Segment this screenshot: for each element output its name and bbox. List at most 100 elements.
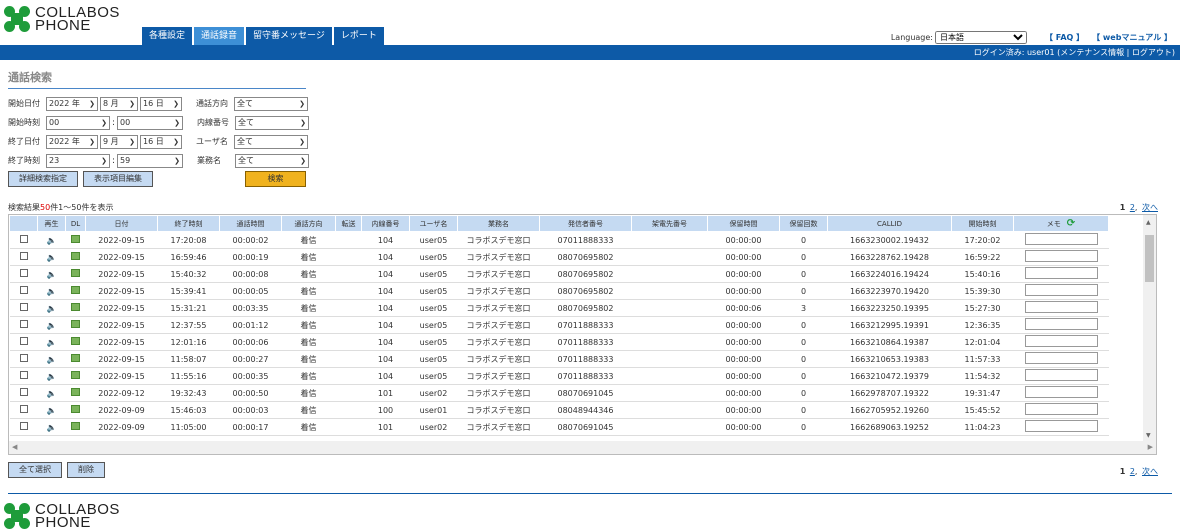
tab-0[interactable]: 各種設定 [142,27,193,45]
speaker-icon[interactable]: 🔈 [47,304,57,313]
speaker-icon[interactable]: 🔈 [47,372,57,381]
delete-button[interactable]: 削除 [67,462,105,478]
web-manual-link[interactable]: 【 webマニュアル 】 [1092,32,1172,43]
end-hour-select[interactable]: 23 ❯ [46,153,110,168]
edit-columns-button[interactable]: 表示項目編集 [83,171,153,187]
start-hour-select[interactable]: 00 ❯ [46,115,110,130]
end-day-select[interactable]: 16 日 ❯ [140,134,182,149]
row-checkbox[interactable] [19,337,28,345]
scroll-left-icon[interactable]: ◀ [12,443,17,451]
download-icon[interactable] [71,405,80,413]
row-checkbox[interactable] [19,252,28,260]
extension-select[interactable]: 全て ❯ [235,115,310,130]
refresh-icon[interactable]: ⟳ [1067,218,1075,229]
scroll-thumb[interactable] [1145,235,1154,282]
speaker-icon[interactable]: 🔈 [47,355,57,364]
select-all-button[interactable]: 全て選択 [8,462,62,478]
end-min-select[interactable]: 59 ❯ [117,153,184,168]
next-page-link[interactable]: 次へ [1142,203,1158,212]
column-header-17[interactable]: メモ ⟳ [1013,215,1109,232]
row-checkbox[interactable] [19,320,28,328]
speaker-icon[interactable]: 🔈 [47,389,57,398]
start-min-select[interactable]: 00 ❯ [117,115,184,130]
end-year-select[interactable]: 2022 年 ❯ [46,134,98,149]
speaker-icon[interactable]: 🔈 [47,270,57,279]
column-header-9[interactable]: ユーザ名 [409,215,458,232]
page-2-link[interactable]: 2 [1130,467,1135,476]
end-month-select[interactable]: 9 月 ❯ [100,134,138,149]
column-header-13[interactable]: 保留時間 [707,215,780,232]
download-icon[interactable] [71,269,80,277]
column-header-0[interactable] [9,215,38,232]
column-header-12[interactable]: 架電先番号 [631,215,708,232]
row-checkbox[interactable] [19,371,28,379]
row-checkbox[interactable] [19,405,28,413]
memo-input[interactable] [1024,403,1098,415]
column-header-8[interactable]: 内線番号 [361,215,410,232]
row-checkbox[interactable] [19,286,28,294]
memo-input[interactable] [1024,420,1098,432]
memo-input[interactable] [1024,369,1098,381]
column-header-3[interactable]: 日付 [85,215,158,232]
detail-search-button[interactable]: 詳細検索指定 [8,171,78,187]
row-checkbox[interactable] [19,269,28,277]
memo-input[interactable] [1024,301,1098,313]
search-button[interactable]: 検索 [245,171,306,187]
speaker-icon[interactable]: 🔈 [47,287,57,296]
business-select[interactable]: 全て ❯ [235,153,310,168]
start-month-select[interactable]: 8 月 ❯ [100,96,138,111]
download-icon[interactable] [71,337,80,345]
scroll-down-icon[interactable]: ▼ [1146,432,1151,439]
download-icon[interactable] [71,320,80,328]
memo-input[interactable] [1024,318,1098,330]
user-select[interactable]: 全て ❯ [234,134,308,149]
start-day-select[interactable]: 16 日 ❯ [140,96,182,111]
speaker-icon[interactable]: 🔈 [47,423,57,432]
scroll-right-icon[interactable]: ▶ [1148,443,1153,451]
download-icon[interactable] [71,252,80,260]
row-checkbox[interactable] [19,388,28,396]
column-header-4[interactable]: 終了時刻 [157,215,220,232]
language-select[interactable]: 日本語 [935,31,1028,44]
tab-2[interactable]: 留守番メッセージ [246,27,332,45]
memo-input[interactable] [1024,267,1098,279]
column-header-11[interactable]: 発信者番号 [539,215,632,232]
speaker-icon[interactable]: 🔈 [47,338,57,347]
speaker-icon[interactable]: 🔈 [47,406,57,415]
memo-input[interactable] [1024,250,1098,262]
download-icon[interactable] [71,286,80,294]
memo-input[interactable] [1024,335,1098,347]
speaker-icon[interactable]: 🔈 [47,321,57,330]
speaker-icon[interactable]: 🔈 [47,253,57,262]
row-checkbox[interactable] [19,422,28,430]
direction-select[interactable]: 全て ❯ [234,96,308,111]
column-header-5[interactable]: 通話時間 [219,215,282,232]
download-icon[interactable] [71,354,80,362]
row-checkbox[interactable] [19,354,28,362]
download-icon[interactable] [71,303,80,311]
row-checkbox[interactable] [19,235,28,243]
row-checkbox[interactable] [19,303,28,311]
download-icon[interactable] [71,422,80,430]
download-icon[interactable] [71,235,80,243]
column-header-2[interactable]: DL [65,215,86,232]
results-grid[interactable]: 再生 DL 日付 終了時刻 通話時間 通話方向 転送 内線番号 ユーザ名 業務名 発信者番号 架電先番… [8,214,1157,455]
column-header-15[interactable]: CALLID [827,215,952,232]
tab-1[interactable]: 通話録音 [194,27,245,45]
memo-input[interactable] [1024,352,1098,364]
column-header-16[interactable]: 開始時刻 [951,215,1014,232]
scroll-up-icon[interactable]: ▲ [1146,219,1151,226]
column-header-7[interactable]: 転送 [335,215,362,232]
start-year-select[interactable]: 2022 年 ❯ [46,96,98,111]
tab-3[interactable]: レポート [333,27,384,45]
memo-input[interactable] [1024,284,1098,296]
vertical-scrollbar[interactable]: ▲ ▼ [1143,215,1156,443]
next-page-link[interactable]: 次へ [1142,467,1158,476]
download-icon[interactable] [71,371,80,379]
collabos-logo[interactable]: COLLABOS PHONE [4,5,120,33]
faq-link[interactable]: 【 FAQ 】 [1045,32,1084,43]
horizontal-scrollbar[interactable]: ◀ ▶ [9,441,1156,454]
column-header-14[interactable]: 保留回数 [779,215,828,232]
column-header-10[interactable]: 業務名 [457,215,540,232]
memo-input[interactable] [1024,386,1098,398]
